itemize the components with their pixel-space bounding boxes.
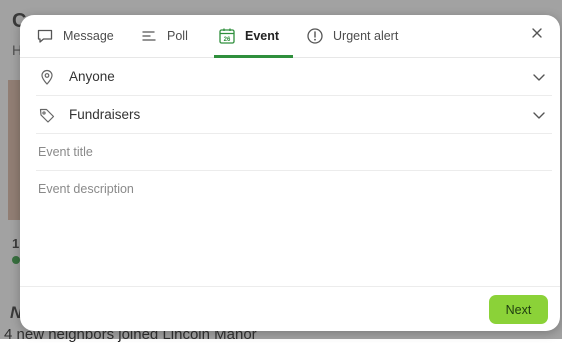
location-pin-icon xyxy=(38,68,56,86)
audience-select[interactable]: Anyone xyxy=(36,58,552,96)
audience-value: Anyone xyxy=(69,69,115,84)
category-select[interactable]: Fundraisers xyxy=(36,96,552,134)
tag-icon xyxy=(38,106,56,124)
tab-event[interactable]: 26 Event xyxy=(213,15,294,58)
tab-poll-label: Poll xyxy=(167,29,188,43)
tab-event-label: Event xyxy=(245,29,280,43)
tab-poll[interactable]: Poll xyxy=(140,15,188,57)
close-icon xyxy=(530,26,544,45)
tab-urgent-alert[interactable]: Urgent alert xyxy=(306,15,398,57)
event-title-input[interactable] xyxy=(36,133,552,171)
event-description-input[interactable] xyxy=(36,178,552,282)
next-button[interactable]: Next xyxy=(489,295,548,324)
close-button[interactable] xyxy=(526,24,548,46)
calendar-date-text: 26 xyxy=(224,37,231,43)
alert-icon xyxy=(306,27,324,45)
calendar-icon: 26 xyxy=(218,27,236,45)
chevron-down-icon xyxy=(530,106,548,124)
tab-message-label: Message xyxy=(63,29,114,43)
footer-divider xyxy=(20,286,560,287)
tab-message[interactable]: Message xyxy=(36,15,114,57)
poll-icon xyxy=(140,27,158,45)
category-value: Fundraisers xyxy=(69,107,141,122)
message-icon xyxy=(36,27,54,45)
create-post-modal: Message Poll 26 Event Urgent alert Anyon… xyxy=(20,15,560,331)
post-type-tabs: Message Poll 26 Event Urgent alert xyxy=(20,15,560,58)
tab-urgent-alert-label: Urgent alert xyxy=(333,29,399,43)
chevron-down-icon xyxy=(530,68,548,86)
